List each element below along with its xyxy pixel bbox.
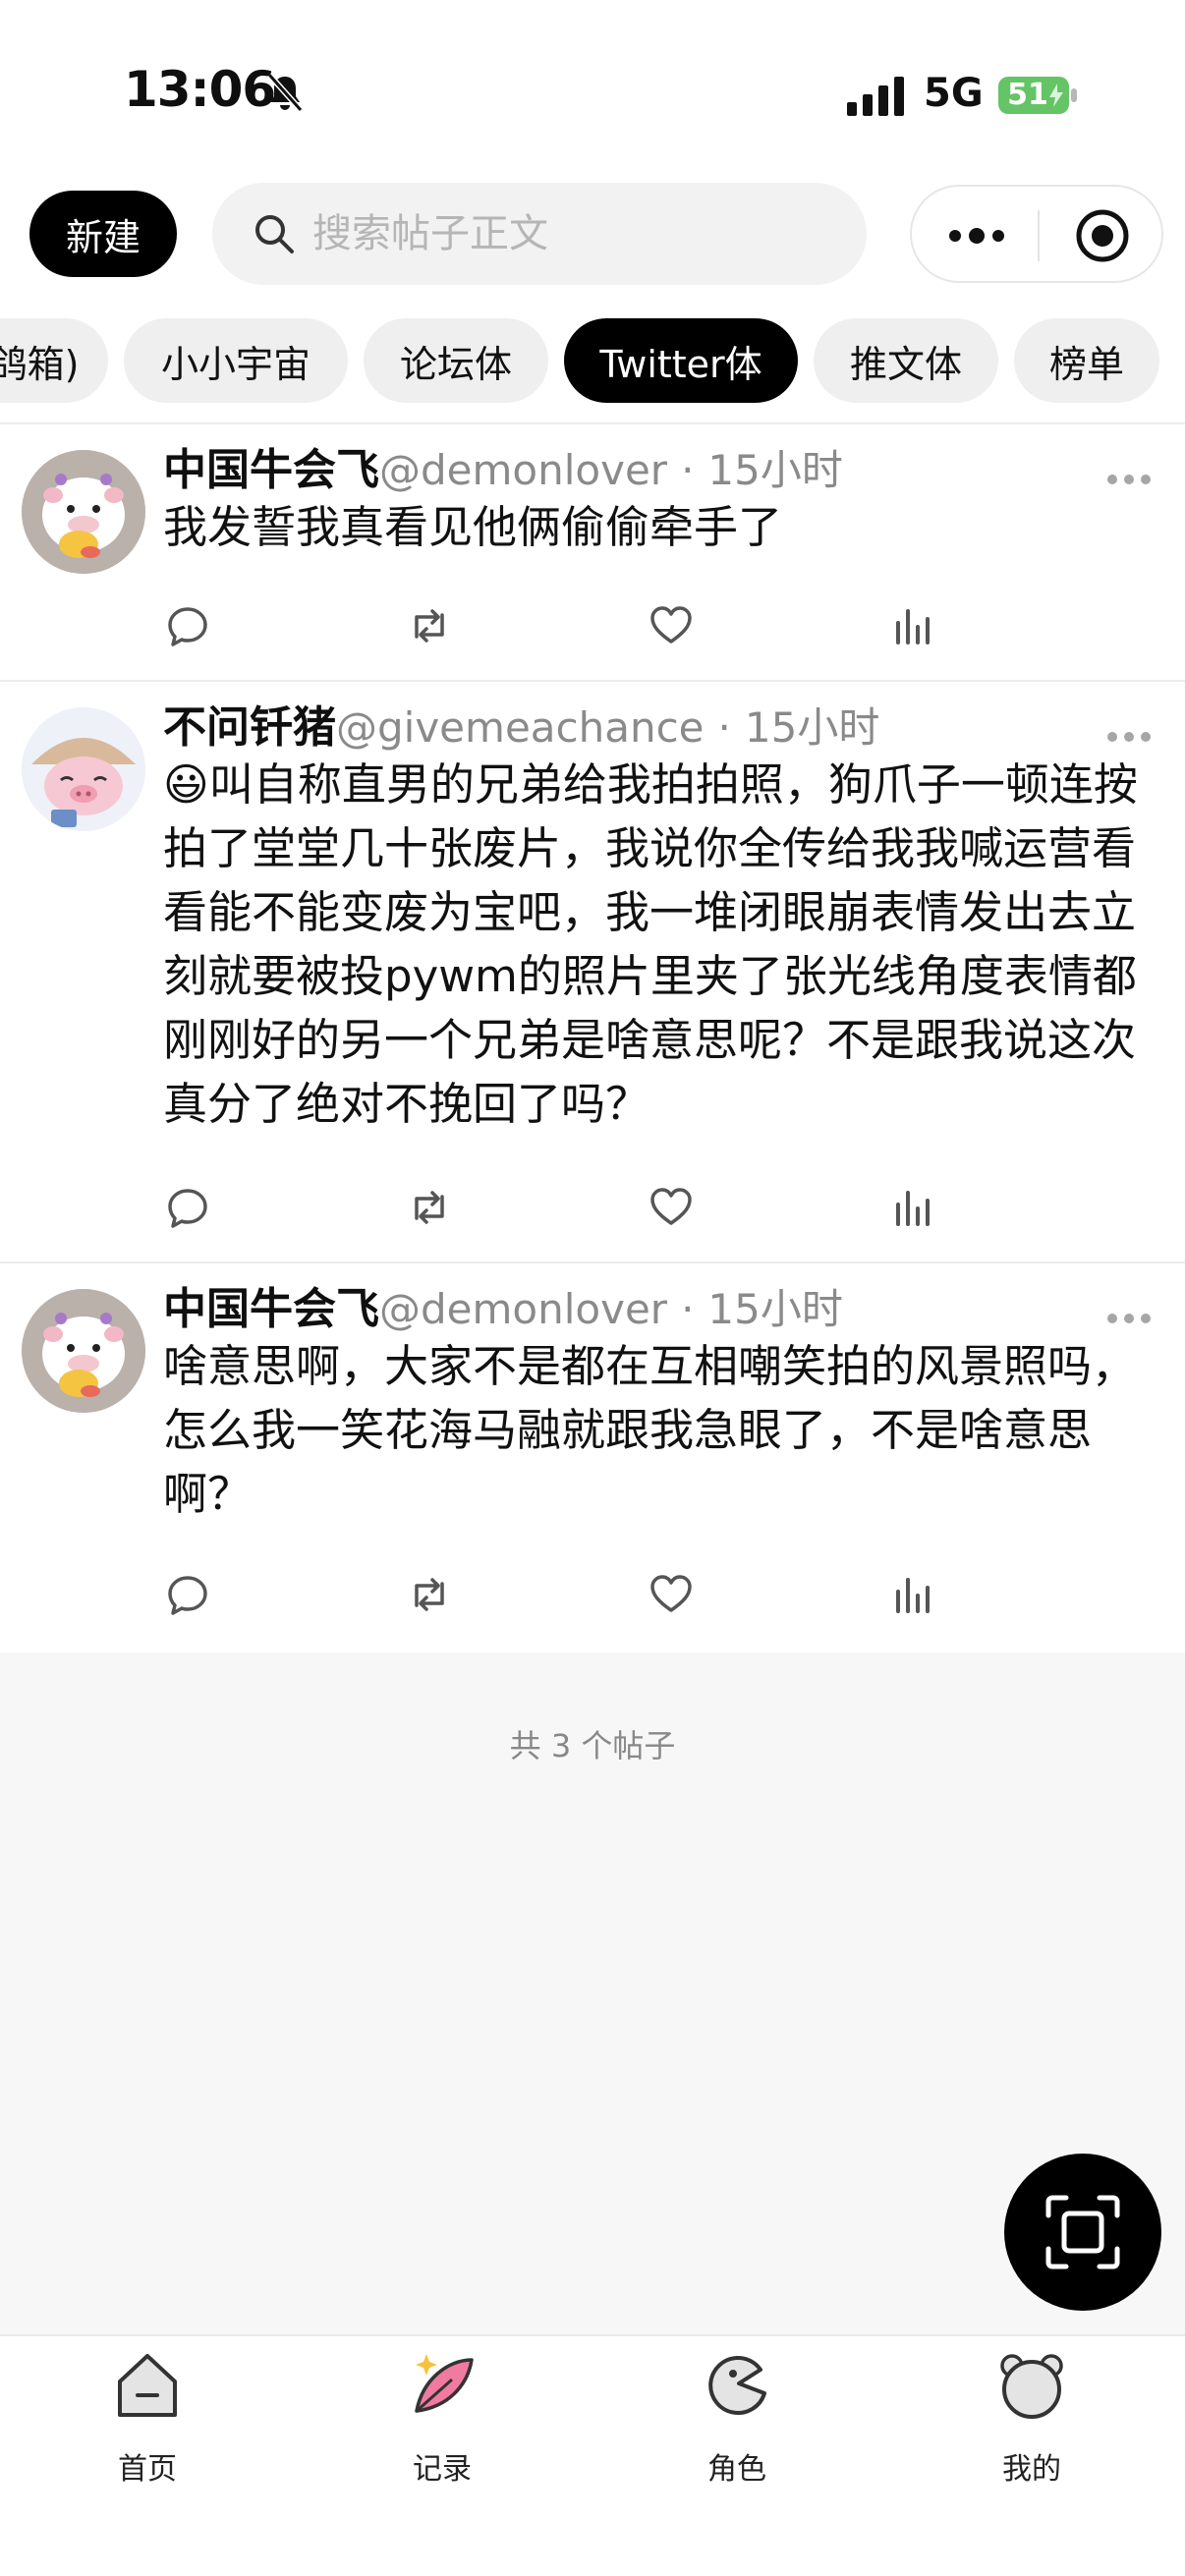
like-heart-icon[interactable] <box>649 1185 694 1230</box>
search-box[interactable] <box>212 183 867 285</box>
category-tabs: 鸽箱) 小小宇宙 论坛体 Twitter体 推文体 榜单 <box>0 314 1185 424</box>
network-type: 5G <box>924 71 984 116</box>
tab-mailbox[interactable]: 鸽箱) <box>0 318 108 403</box>
like-heart-icon[interactable] <box>649 603 694 648</box>
status-bar: 13:06 5G 51 <box>0 0 1185 177</box>
battery-level: 51 <box>1007 78 1048 112</box>
avatar-cow[interactable] <box>22 1289 145 1413</box>
post-item[interactable]: 中国牛会飞@demonlover · 15小时 啥意思啊，大家不是都在互相嘲笑拍… <box>0 1263 1185 1652</box>
retweet-icon[interactable] <box>407 1572 452 1617</box>
author-handle: @demonlover <box>379 446 668 494</box>
like-heart-icon[interactable] <box>649 1572 694 1617</box>
profile-bear-icon <box>1000 2354 1063 2419</box>
retweet-icon[interactable] <box>407 603 452 648</box>
post-more-icon[interactable] <box>1106 1311 1152 1326</box>
author-handle: @demonlover <box>379 1285 668 1333</box>
more-menu-icon[interactable] <box>947 214 1006 257</box>
battery-icon: 51 <box>998 77 1079 114</box>
author-handle: @givemeachance <box>336 703 705 752</box>
nav-home[interactable]: 首页 <box>59 2350 236 2497</box>
scan-button[interactable] <box>1004 2154 1161 2311</box>
charging-bolt-icon <box>1049 84 1063 107</box>
tab-tweet-style[interactable]: 推文体 <box>814 318 998 403</box>
mini-program-capsule <box>910 185 1163 283</box>
reply-icon[interactable] <box>165 603 210 648</box>
views-stats-icon[interactable] <box>890 603 935 648</box>
post-actions <box>163 1572 988 1621</box>
reply-icon[interactable] <box>165 1572 210 1617</box>
avatar-cow[interactable] <box>22 450 145 574</box>
post-time: 15小时 <box>707 446 843 494</box>
close-target-icon[interactable] <box>1075 208 1130 263</box>
author-name[interactable]: 中国牛会飞 <box>163 1284 379 1334</box>
post-text-body: 叫自称直男的兄弟给我拍拍照，狗爪子一顿连按拍了堂堂几十张废片，我说你全传给我我喊… <box>163 758 1138 1130</box>
reply-icon[interactable] <box>165 1185 210 1230</box>
nav-record-label: 记录 <box>413 2452 472 2487</box>
post-time: 15小时 <box>744 703 880 752</box>
post-text: 我发誓我真看见他俩偷偷牵手了 <box>163 501 783 553</box>
post-actions <box>163 1185 988 1234</box>
post-time: 15小时 <box>707 1285 843 1333</box>
views-stats-icon[interactable] <box>890 1185 935 1230</box>
retweet-icon[interactable] <box>407 1185 452 1230</box>
nav-character[interactable]: 角色 <box>649 2350 825 2497</box>
character-icon <box>708 2356 766 2415</box>
search-icon <box>255 215 294 253</box>
home-icon <box>118 2354 177 2417</box>
bottom-nav: 首页 记录 角色 我的 <box>0 2334 1185 2576</box>
nav-profile-label: 我的 <box>1002 2452 1061 2487</box>
post-header: 中国牛会飞@demonlover · 15小时 <box>163 434 843 497</box>
capsule-divider <box>1038 210 1040 261</box>
post-item[interactable]: 不问钎猪@givemeachance · 15小时 😃叫自称直男的兄弟给我拍拍照… <box>0 682 1185 1263</box>
avatar-pig[interactable] <box>22 707 145 831</box>
search-input[interactable] <box>312 211 823 256</box>
post-actions <box>163 603 988 652</box>
nav-record[interactable]: 记录 <box>354 2350 531 2497</box>
tab-ranking[interactable]: 榜单 <box>1014 318 1159 403</box>
status-time: 13:06 <box>124 61 276 118</box>
post-more-icon[interactable] <box>1106 729 1152 745</box>
views-stats-icon[interactable] <box>890 1572 935 1617</box>
separator-dot: · <box>681 1285 695 1333</box>
nav-profile[interactable]: 我的 <box>943 2350 1120 2497</box>
nav-home-label: 首页 <box>118 2452 177 2487</box>
tab-twitter-style[interactable]: Twitter体 <box>564 318 798 403</box>
record-feather-icon <box>415 2354 474 2413</box>
post-header: 不问钎猪@givemeachance · 15小时 <box>163 692 879 755</box>
nav-character-label: 角色 <box>707 2452 766 2487</box>
author-name[interactable]: 不问钎猪 <box>163 702 336 753</box>
post-more-icon[interactable] <box>1106 472 1152 487</box>
emoji-grin: 😃 <box>163 758 209 811</box>
post-feed: 中国牛会飞@demonlover · 15小时 我发誓我真看见他俩偷偷牵手了 不… <box>0 424 1185 1652</box>
post-header: 中国牛会飞@demonlover · 15小时 <box>163 1273 843 1336</box>
separator-dot: · <box>681 446 695 494</box>
post-text: 啥意思啊，大家不是都在互相嘲笑拍的风景照吗，怎么我一笑花海马融就跟我急眼了，不是… <box>163 1340 1137 1520</box>
tab-forum-style[interactable]: 论坛体 <box>364 318 548 403</box>
post-item[interactable]: 中国牛会飞@demonlover · 15小时 我发誓我真看见他俩偷偷牵手了 <box>0 424 1185 682</box>
post-count: 共 3 个帖子 <box>509 1727 676 1764</box>
bell-muted-icon <box>266 73 304 112</box>
signal-icon <box>847 77 904 116</box>
top-bar: 新建 <box>0 177 1185 314</box>
separator-dot: · <box>717 703 731 752</box>
tab-small-universe[interactable]: 小小宇宙 <box>124 318 348 403</box>
author-name[interactable]: 中国牛会飞 <box>163 445 379 495</box>
scan-frame-icon <box>1045 2195 1120 2269</box>
new-post-button[interactable]: 新建 <box>29 191 177 277</box>
post-text: 😃叫自称直男的兄弟给我拍拍照，狗爪子一顿连按拍了堂堂几十张废片，我说你全传给我我… <box>163 753 1156 1136</box>
